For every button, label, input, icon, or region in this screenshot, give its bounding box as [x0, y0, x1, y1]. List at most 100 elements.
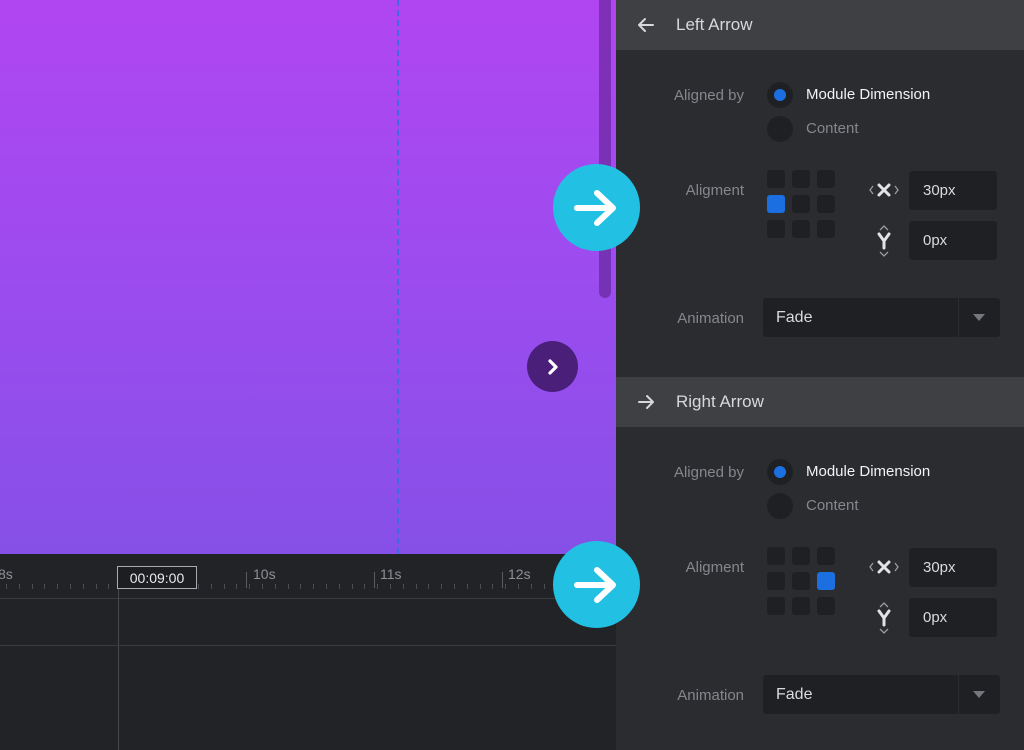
slider-stage[interactable]	[0, 0, 616, 554]
y-offset-input[interactable]: 0px	[909, 598, 997, 637]
minor-tick	[441, 584, 442, 589]
minor-tick	[492, 584, 493, 589]
animation-select[interactable]: Fade	[763, 298, 1000, 337]
tick-label: 12s	[508, 566, 531, 582]
tick-mark	[502, 572, 503, 588]
minor-tick	[352, 584, 353, 589]
minor-tick	[108, 584, 109, 589]
align-middle-center[interactable]	[792, 572, 810, 590]
animation-value: Fade	[776, 308, 813, 326]
arrow-right-icon	[616, 394, 676, 410]
minor-tick	[518, 584, 519, 589]
minor-tick	[377, 584, 378, 589]
minor-tick	[313, 584, 314, 589]
align-bottom-left[interactable]	[767, 597, 785, 615]
aligned-by-label: Aligned by	[673, 87, 744, 104]
align-top-right[interactable]	[817, 547, 835, 565]
y-offset-input[interactable]: 0px	[909, 221, 997, 260]
section-title: Right Arrow	[676, 392, 764, 411]
minor-tick	[480, 584, 481, 589]
animation-label: Animation	[677, 687, 744, 704]
minor-tick	[505, 584, 506, 589]
x-axis-icon	[868, 557, 900, 577]
alignment-grid[interactable]	[767, 547, 835, 615]
arrow-settings-panel: Left Arrow Aligned by Module Dimension C…	[616, 0, 1024, 750]
radio-label-content: Content	[806, 497, 859, 514]
align-top-left[interactable]	[767, 170, 785, 188]
x-offset-input[interactable]: 30px	[909, 171, 997, 210]
minor-tick	[6, 584, 7, 589]
chevron-down-icon	[973, 314, 985, 321]
align-bottom-center[interactable]	[792, 220, 810, 238]
callout-arrow-right-section	[553, 541, 640, 628]
tick-label: 10s	[253, 566, 276, 582]
animation-select[interactable]: Fade	[763, 675, 1000, 714]
align-middle-center[interactable]	[792, 195, 810, 213]
align-middle-right[interactable]	[817, 195, 835, 213]
stage-scrollbar[interactable]	[599, 0, 611, 298]
minor-tick	[275, 584, 276, 589]
align-top-center[interactable]	[792, 170, 810, 188]
minor-tick	[70, 584, 71, 589]
minor-tick	[288, 584, 289, 589]
slider-next-arrow[interactable]	[527, 341, 578, 392]
minor-tick	[339, 584, 340, 589]
minor-tick	[262, 584, 263, 589]
minor-tick	[236, 584, 237, 589]
minor-tick	[416, 584, 417, 589]
radio-label-module-dimension: Module Dimension	[806, 86, 931, 103]
section-header-left-arrow[interactable]: Left Arrow	[616, 0, 1024, 50]
minor-tick	[19, 584, 20, 589]
tick-mark	[246, 572, 247, 588]
radio-label-content: Content	[806, 120, 859, 137]
alignment-grid[interactable]	[767, 170, 835, 238]
tick-label: 8s	[0, 566, 13, 582]
align-top-center[interactable]	[792, 547, 810, 565]
align-bottom-right[interactable]	[817, 220, 835, 238]
timeline-ruler[interactable]: 8s 10s 11s 12s 00:09:00	[0, 554, 616, 599]
tick-label: 11s	[380, 566, 402, 582]
minor-tick	[531, 584, 532, 589]
section-title: Left Arrow	[676, 15, 753, 34]
minor-tick	[224, 584, 225, 589]
align-bottom-left[interactable]	[767, 220, 785, 238]
animation-value: Fade	[776, 685, 813, 703]
radio-content[interactable]	[767, 493, 793, 519]
y-axis-icon	[874, 601, 894, 635]
radio-label-module-dimension: Module Dimension	[806, 463, 931, 480]
chevron-down-icon	[973, 691, 985, 698]
radio-module-dimension[interactable]	[767, 82, 793, 108]
align-middle-right[interactable]	[817, 572, 835, 590]
timeline[interactable]: 8s 10s 11s 12s 00:09:00	[0, 554, 616, 750]
x-axis-icon	[868, 180, 900, 200]
minor-tick	[211, 584, 212, 589]
minor-tick	[300, 584, 301, 589]
align-bottom-right[interactable]	[817, 597, 835, 615]
y-axis-icon	[874, 224, 894, 258]
minor-tick	[57, 584, 58, 589]
minor-tick	[249, 584, 250, 589]
current-time-indicator[interactable]: 00:09:00	[117, 566, 197, 589]
align-bottom-center[interactable]	[792, 597, 810, 615]
align-middle-left[interactable]	[767, 572, 785, 590]
x-offset-input[interactable]: 30px	[909, 548, 997, 587]
minor-tick	[83, 584, 84, 589]
playhead[interactable]	[118, 589, 119, 750]
align-middle-left[interactable]	[767, 195, 785, 213]
aligned-by-label: Aligned by	[673, 464, 744, 481]
chevron-right-icon	[547, 358, 558, 375]
section-header-right-arrow[interactable]: Right Arrow	[616, 377, 1024, 427]
minor-tick	[390, 584, 391, 589]
arrow-right-icon	[573, 189, 616, 226]
minor-tick	[364, 584, 365, 589]
radio-content[interactable]	[767, 116, 793, 142]
minor-tick	[198, 584, 199, 589]
align-top-right[interactable]	[817, 170, 835, 188]
radio-module-dimension[interactable]	[767, 459, 793, 485]
minor-tick	[454, 584, 455, 589]
guide-line	[397, 0, 399, 554]
align-top-left[interactable]	[767, 547, 785, 565]
minor-tick	[44, 584, 45, 589]
track-divider	[0, 645, 616, 646]
minor-tick	[96, 584, 97, 589]
